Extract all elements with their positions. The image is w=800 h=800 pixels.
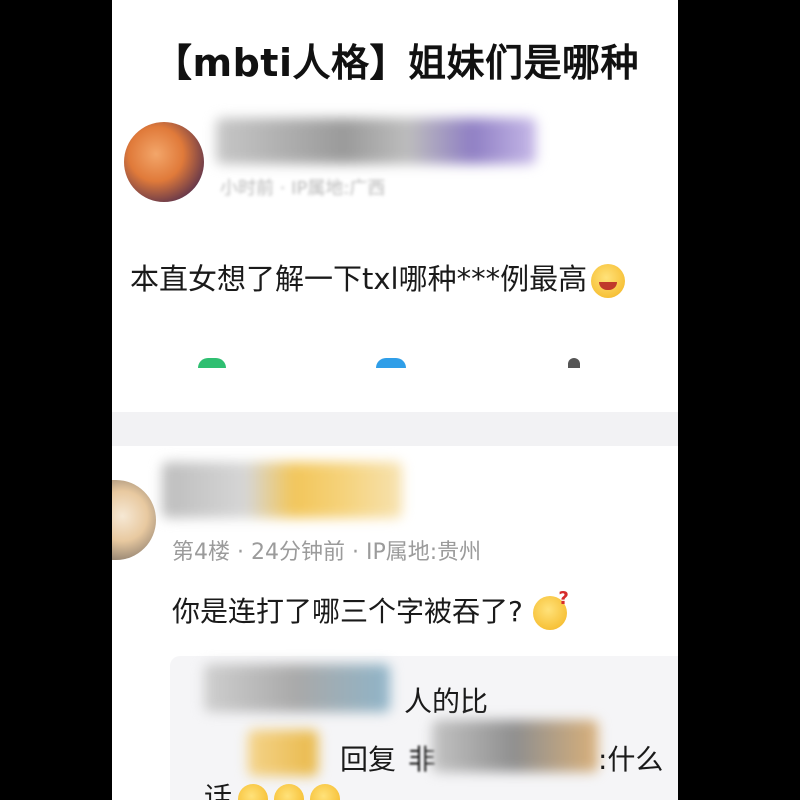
reply-body: 你是连打了哪三个字被吞了? bbox=[172, 588, 569, 630]
poster-meta: 小时前 · IP属地:广西 bbox=[220, 178, 386, 199]
laugh-emoji-icon bbox=[310, 784, 341, 800]
post-body-text: 本直女想了解一下txl哪种***例最高 bbox=[130, 262, 588, 296]
sub-reply-name-redacted bbox=[204, 664, 390, 712]
sub-reply-line-1: 人的比 bbox=[404, 685, 489, 718]
gray-action-dot[interactable] bbox=[568, 358, 580, 368]
reply-avatar[interactable] bbox=[112, 480, 156, 560]
sub-reply-target-redacted bbox=[432, 720, 598, 772]
laugh-emoji-icon bbox=[274, 784, 305, 800]
post-title: 【mbti人格】姐妹们是哪种 bbox=[154, 41, 639, 85]
sub-reply-avatar-redacted bbox=[248, 730, 318, 776]
poster-name-redacted bbox=[216, 118, 536, 164]
poster-avatar[interactable] bbox=[124, 122, 204, 202]
reply-meta: 第4楼 · 24分钟前 · IP属地:贵州 bbox=[172, 540, 482, 565]
sub-reply-suffix: :什么 bbox=[598, 743, 664, 776]
reply-body-text: 你是连打了哪三个字被吞了? bbox=[172, 595, 523, 628]
grin-emoji-icon bbox=[591, 264, 626, 298]
laugh-emoji-icon bbox=[238, 784, 269, 800]
sub-reply-prefix: 回复 bbox=[340, 743, 397, 776]
sub-reply-line-3-text: 话 bbox=[204, 781, 233, 800]
sub-reply-line-3: 话 bbox=[204, 776, 341, 800]
thinking-emoji-icon bbox=[532, 588, 569, 630]
phone-screenshot: 【mbti人格】姐妹们是哪种 小时前 · IP属地:广西 本直女想了解一下txl… bbox=[112, 0, 678, 800]
section-divider bbox=[112, 412, 678, 446]
blue-action-dot[interactable] bbox=[376, 358, 406, 368]
reply-name-redacted bbox=[162, 462, 402, 518]
green-action-dot[interactable] bbox=[198, 358, 226, 368]
post-body: 本直女想了解一下txl哪种***例最高 bbox=[130, 256, 626, 298]
